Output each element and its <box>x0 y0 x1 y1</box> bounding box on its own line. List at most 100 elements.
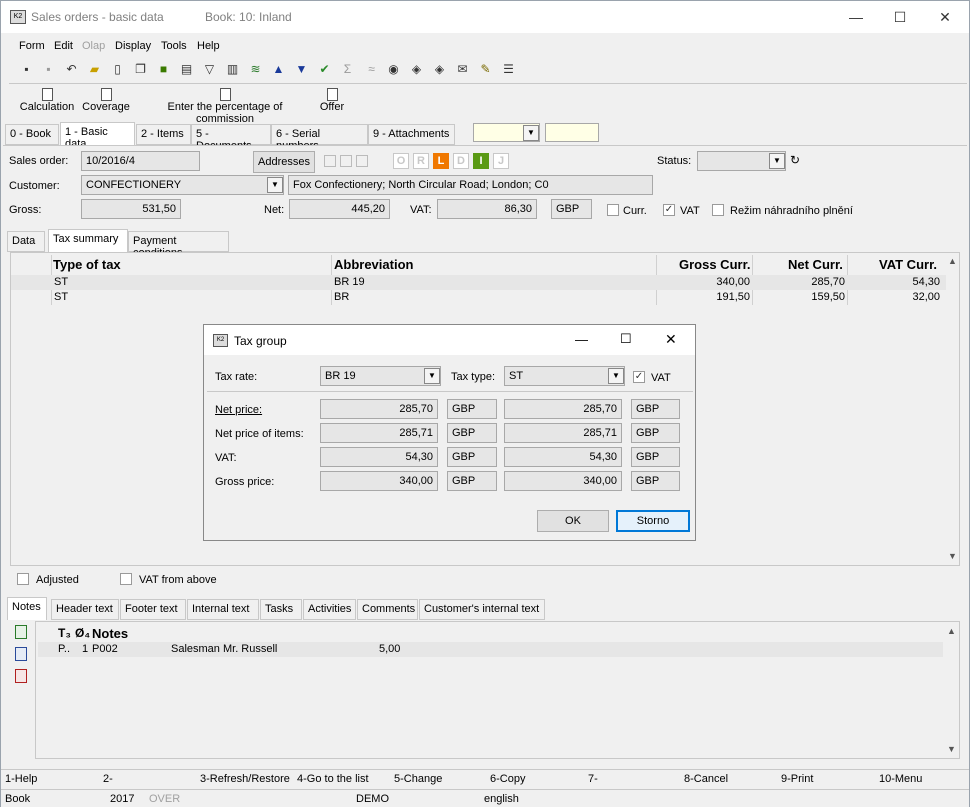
col-t[interactable]: T₃ <box>58 626 71 640</box>
refresh-icon[interactable]: ↻ <box>790 153 800 167</box>
net-price-items-value[interactable]: 285,71 <box>320 423 438 443</box>
col-notes[interactable]: Notes <box>92 626 128 641</box>
fkey-cancel[interactable]: 8-Cancel <box>684 773 728 785</box>
fkey-menu[interactable]: 10-Menu <box>879 773 922 785</box>
list-icon[interactable] <box>324 155 336 167</box>
lock-icon[interactable]: ■ <box>156 62 171 77</box>
minimize-button[interactable]: — <box>575 332 588 347</box>
tab-tax-summary[interactable]: Tax summary <box>48 229 128 252</box>
tax-rate-combo[interactable]: BR 19 <box>320 366 441 386</box>
tab-header-text[interactable]: Header text <box>51 599 119 620</box>
flag-d[interactable]: D <box>453 153 469 169</box>
flag-l[interactable]: L <box>433 153 449 169</box>
menu-display[interactable]: Display <box>115 40 151 52</box>
menu-form[interactable]: Form <box>19 40 45 52</box>
chevron-down-icon[interactable]: ▼ <box>608 368 624 384</box>
stack-icon[interactable]: ≋ <box>248 62 263 77</box>
vat-field[interactable]: 86,30 <box>437 199 537 219</box>
table-row[interactable]: ST BR 191,50 159,50 32,00 <box>11 290 946 305</box>
menu-edit[interactable]: Edit <box>54 40 73 52</box>
net-price-items-currency-2[interactable]: GBP <box>631 423 680 443</box>
gross-price-value[interactable]: 340,00 <box>320 471 438 491</box>
tab-attachments[interactable]: 9 - Attachments <box>368 124 455 145</box>
chevron-down-icon[interactable]: ▼ <box>424 368 440 384</box>
vat-row-currency-2[interactable]: GBP <box>631 447 680 467</box>
save-icon[interactable]: ▪ <box>19 62 34 77</box>
filter-icon[interactable]: ▽ <box>202 62 217 77</box>
vat-row-value[interactable]: 54,30 <box>320 447 438 467</box>
tab-data[interactable]: Data <box>7 231 45 252</box>
fkey-refresh[interactable]: 3-Refresh/Restore <box>200 773 290 785</box>
tab-activities[interactable]: Activities <box>303 599 356 620</box>
customer-address-field[interactable]: Fox Confectionery; North Circular Road; … <box>288 175 653 195</box>
fkey-change[interactable]: 5-Change <box>394 773 442 785</box>
adjusted-checkbox[interactable] <box>17 573 29 585</box>
find-next-icon[interactable]: ◈ <box>409 62 424 77</box>
save-all-icon[interactable]: ▪ <box>41 62 56 77</box>
tab-comments[interactable]: Comments <box>357 599 418 620</box>
copy-icon[interactable]: ❐ <box>133 62 148 77</box>
list-icon[interactable] <box>340 155 352 167</box>
fkey-go-to-list[interactable]: 4-Go to the list <box>297 773 369 785</box>
commission-command[interactable]: Enter the percentage of commission <box>139 88 311 125</box>
maximize-button[interactable]: ☐ <box>620 331 632 347</box>
undo-icon[interactable]: ↶ <box>64 62 79 77</box>
sales-order-field[interactable]: 10/2016/4 <box>81 151 200 171</box>
tab-basic-data[interactable]: 1 - Basic data <box>60 122 135 150</box>
top-yellow-field[interactable] <box>545 123 599 142</box>
fkey-7[interactable]: 7- <box>588 773 598 785</box>
table-row[interactable]: P.. 1 P002 Salesman Mr. Russell 5,00 <box>38 642 943 657</box>
tab-notes[interactable]: Notes <box>7 597 47 620</box>
gross-price-currency[interactable]: GBP <box>447 471 497 491</box>
add-note-icon[interactable] <box>15 625 27 639</box>
col-gross-curr[interactable]: Gross Curr. <box>679 257 751 272</box>
net-price-currency-2[interactable]: GBP <box>631 399 680 419</box>
fkey-2[interactable]: 2- <box>103 773 113 785</box>
tab-items[interactable]: 2 - Items <box>136 124 191 145</box>
currency-field[interactable]: GBP <box>551 199 592 219</box>
sum-icon[interactable]: Σ <box>340 62 355 77</box>
edit-note-icon[interactable] <box>15 647 27 661</box>
flag-i[interactable]: I <box>473 153 489 169</box>
tab-payment-conditions[interactable]: Payment conditions <box>128 231 229 259</box>
fkey-help[interactable]: 1-Help <box>5 773 37 785</box>
binoculars-icon[interactable]: ◉ <box>386 62 401 77</box>
menu-lines-icon[interactable]: ☰ <box>501 62 516 77</box>
net-field[interactable]: 445,20 <box>289 199 390 219</box>
close-button[interactable]: ✕ <box>665 331 677 348</box>
menu-olap[interactable]: Olap <box>82 40 105 52</box>
vat-row-value-2[interactable]: 54,30 <box>504 447 622 467</box>
notes-icon[interactable]: ✎ <box>478 62 493 77</box>
vat-row-currency[interactable]: GBP <box>447 447 497 467</box>
delete-note-icon[interactable] <box>15 669 27 683</box>
close-button[interactable]: ✕ <box>935 7 955 27</box>
fkey-print[interactable]: 9-Print <box>781 773 813 785</box>
new-document-icon[interactable]: ▯ <box>110 62 125 77</box>
menu-tools[interactable]: Tools <box>161 40 187 52</box>
table-row[interactable]: ST BR 19 340,00 285,70 54,30 <box>11 275 946 290</box>
tab-documents[interactable]: 5 - Documents <box>191 124 271 152</box>
gross-field[interactable]: 531,50 <box>81 199 181 219</box>
tab-tasks[interactable]: Tasks <box>260 599 302 620</box>
addresses-button[interactable]: Addresses <box>253 151 315 173</box>
mail-icon[interactable]: ✉ <box>455 62 470 77</box>
customer-combo[interactable]: CONFECTIONERY <box>81 175 284 195</box>
coverage-command[interactable]: Coverage <box>81 88 131 113</box>
calculation-command[interactable]: Calculation <box>19 88 75 113</box>
scroll-up-arrow[interactable]: ▲ <box>947 626 956 636</box>
col-type-of-tax[interactable]: Type of tax <box>53 257 121 272</box>
scroll-down-arrow[interactable]: ▼ <box>948 551 957 561</box>
flag-r[interactable]: R <box>413 153 429 169</box>
col-o[interactable]: Ø₄ <box>75 626 90 640</box>
storno-button[interactable]: Storno <box>616 510 690 532</box>
flag-j[interactable]: J <box>493 153 509 169</box>
net-price-items-currency[interactable]: GBP <box>447 423 497 443</box>
chevron-down-icon[interactable]: ▼ <box>523 125 539 141</box>
curr-checkbox[interactable] <box>607 204 619 216</box>
col-net-curr[interactable]: Net Curr. <box>788 257 843 272</box>
col-vat-curr[interactable]: VAT Curr. <box>879 257 937 272</box>
fkey-copy[interactable]: 6-Copy <box>490 773 525 785</box>
scroll-down-arrow[interactable]: ▼ <box>947 744 956 754</box>
open-folder-icon[interactable]: ▰ <box>87 62 102 77</box>
arrow-up-icon[interactable]: ▲ <box>271 62 286 77</box>
